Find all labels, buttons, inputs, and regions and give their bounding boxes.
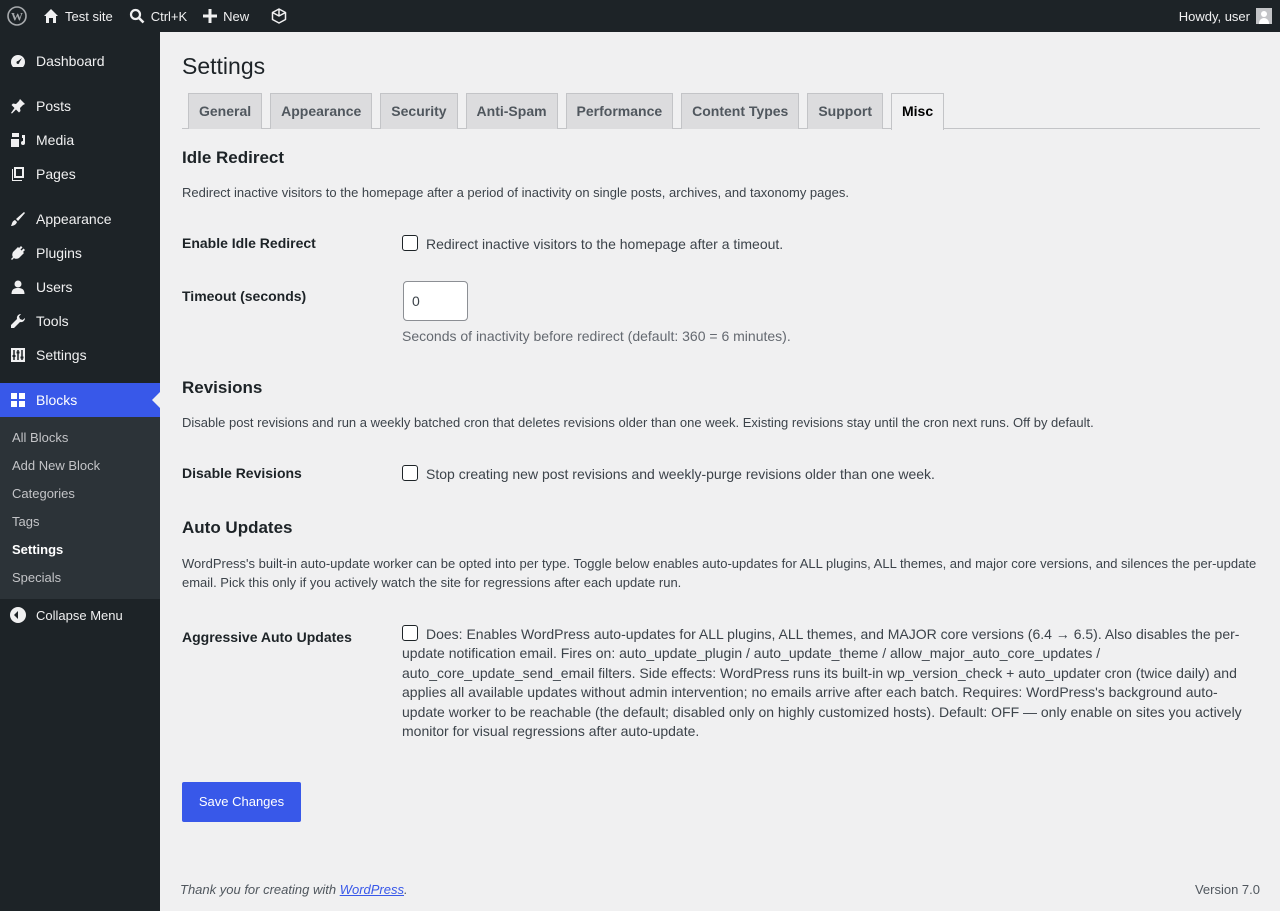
- search-icon: [129, 8, 145, 24]
- enable-idle-redirect-row: Enable Idle Redirect Redirect inactive v…: [182, 235, 1260, 255]
- command-palette-link[interactable]: Ctrl+K: [121, 0, 195, 32]
- auto-updates-description: WordPress's built-in auto-update worker …: [182, 555, 1257, 590]
- aggressive-auto-updates-label: Aggressive Auto Updates: [182, 628, 352, 645]
- tab-appearance[interactable]: Appearance: [270, 93, 373, 129]
- pages-icon: [10, 166, 26, 182]
- cube-link[interactable]: [257, 0, 295, 32]
- menu-item-settings[interactable]: Settings: [0, 338, 160, 372]
- pin-icon: [10, 98, 26, 114]
- menu-item-plugins[interactable]: Plugins: [0, 236, 160, 270]
- site-name-link[interactable]: Test site: [35, 0, 121, 32]
- site-name: Test site: [65, 8, 113, 24]
- admin-bar: W Test site Ctrl+K New Howdy, user: [0, 0, 1280, 32]
- menu-label: Users: [36, 279, 73, 295]
- menu-label: Posts: [36, 98, 72, 114]
- dashboard-icon: [10, 53, 26, 69]
- version-text: Version 7.0: [1194, 882, 1260, 897]
- timeout-row: Timeout (seconds) 0 Seconds of inactivit…: [182, 280, 1260, 347]
- submenu-tags[interactable]: Tags: [0, 508, 160, 536]
- sliders-icon: [10, 347, 26, 363]
- menu-label: Media: [36, 132, 75, 148]
- save-changes-button[interactable]: Save Changes: [182, 782, 301, 822]
- aggressive-auto-updates-row: Aggressive Auto Updates Does: Enables Wo…: [182, 624, 1260, 742]
- footer-thanks-prefix: Thank you for creating with: [180, 882, 340, 897]
- svg-text:W: W: [11, 10, 23, 24]
- tab-support[interactable]: Support: [807, 93, 883, 129]
- user-icon: [10, 279, 26, 295]
- tab-content-types[interactable]: Content Types: [681, 93, 800, 129]
- menu-item-pages[interactable]: Pages: [0, 157, 160, 191]
- menu-label: Plugins: [36, 245, 82, 261]
- aggressive-auto-updates-checkbox[interactable]: [402, 624, 418, 641]
- tab-performance[interactable]: Performance: [565, 93, 674, 129]
- collapse-arrow-icon: [10, 607, 26, 623]
- avatar: [1256, 8, 1272, 24]
- disable-revisions-label: Disable Revisions: [182, 465, 302, 481]
- menu-item-users[interactable]: Users: [0, 270, 160, 304]
- home-icon: [44, 9, 58, 23]
- collapse-menu-button[interactable]: Collapse Menu: [0, 599, 160, 631]
- my-account-link[interactable]: Howdy, user: [1171, 0, 1280, 32]
- submenu-all-blocks[interactable]: All Blocks: [0, 424, 160, 452]
- tab-anti-spam[interactable]: Anti-Spam: [465, 93, 558, 129]
- menu-label: Blocks: [36, 392, 78, 408]
- timeout-input[interactable]: 0: [403, 280, 468, 321]
- wrench-icon: [10, 313, 26, 329]
- wordpress-logo-icon[interactable]: W: [0, 0, 35, 32]
- tab-security[interactable]: Security: [380, 93, 458, 129]
- collapse-label: Collapse Menu: [36, 607, 123, 623]
- footer-thanks-suffix: .: [404, 882, 408, 897]
- submenu-categories[interactable]: Categories: [0, 480, 160, 508]
- menu-label: Dashboard: [36, 53, 105, 69]
- plus-icon: [203, 9, 218, 23]
- menu-item-appearance[interactable]: Appearance: [0, 202, 160, 236]
- enable-idle-redirect-text: Redirect inactive visitors to the homepa…: [426, 236, 784, 252]
- idle-redirect-description: Redirect inactive visitors to the homepa…: [182, 185, 849, 200]
- menu-label: Settings: [36, 347, 87, 363]
- menu-label: Pages: [36, 166, 76, 182]
- footer: Thank you for creating with WordPress. V…: [180, 882, 1260, 897]
- revisions-heading: Revisions: [182, 378, 263, 397]
- grid-icon: [10, 392, 26, 408]
- menu-item-media[interactable]: Media: [0, 123, 160, 157]
- cube-icon: [271, 8, 287, 24]
- footer-thanks: Thank you for creating with WordPress.: [180, 882, 408, 897]
- menu-label: Appearance: [36, 211, 112, 227]
- submenu-settings[interactable]: Settings: [0, 536, 160, 564]
- timeout-hint: Seconds of inactivity before redirect (d…: [402, 327, 791, 344]
- timeout-label: Timeout (seconds): [182, 287, 307, 304]
- idle-redirect-heading: Idle Redirect: [182, 148, 285, 167]
- blocks-submenu: All Blocks Add New Block Categories Tags…: [0, 417, 160, 599]
- tab-general[interactable]: General: [188, 93, 263, 129]
- greeting: Howdy, user: [1178, 8, 1250, 24]
- menu-item-tools[interactable]: Tools: [0, 304, 160, 338]
- search-shortcut: Ctrl+K: [150, 8, 188, 24]
- menu-label: Tools: [36, 313, 69, 329]
- submenu-add-new-block[interactable]: Add New Block: [0, 452, 160, 480]
- tab-misc[interactable]: Misc: [891, 93, 945, 130]
- page-title: Settings: [182, 53, 266, 79]
- media-icon: [10, 132, 26, 148]
- enable-idle-redirect-label: Enable Idle Redirect: [182, 235, 316, 251]
- enable-idle-redirect-checkbox[interactable]: [402, 235, 418, 251]
- disable-revisions-checkbox[interactable]: [402, 465, 418, 481]
- new-label: New: [223, 8, 250, 24]
- menu-item-posts[interactable]: Posts: [0, 89, 160, 123]
- plug-icon: [10, 245, 26, 261]
- auto-updates-heading: Auto Updates: [182, 517, 293, 537]
- submenu-specials[interactable]: Specials: [0, 564, 160, 592]
- brush-icon: [10, 211, 26, 227]
- disable-revisions-text: Stop creating new post revisions and wee…: [426, 466, 935, 482]
- menu-item-dashboard[interactable]: Dashboard: [0, 44, 160, 78]
- admin-menu: Dashboard Posts Media Pages Appearance P…: [0, 32, 160, 911]
- wordpress-link[interactable]: WordPress: [340, 882, 404, 897]
- main-content: Settings General Appearance Security Ant…: [182, 32, 1260, 742]
- disable-revisions-row: Disable Revisions Stop creating new post…: [182, 465, 1260, 485]
- aggressive-auto-updates-text: Does: Enables WordPress auto-updates for…: [402, 625, 1242, 740]
- new-content-link[interactable]: New: [195, 0, 257, 32]
- menu-item-blocks[interactable]: Blocks: [0, 383, 160, 417]
- settings-tabs: General Appearance Security Anti-Spam Pe…: [182, 93, 1260, 130]
- revisions-description: Disable post revisions and run a weekly …: [182, 415, 1094, 430]
